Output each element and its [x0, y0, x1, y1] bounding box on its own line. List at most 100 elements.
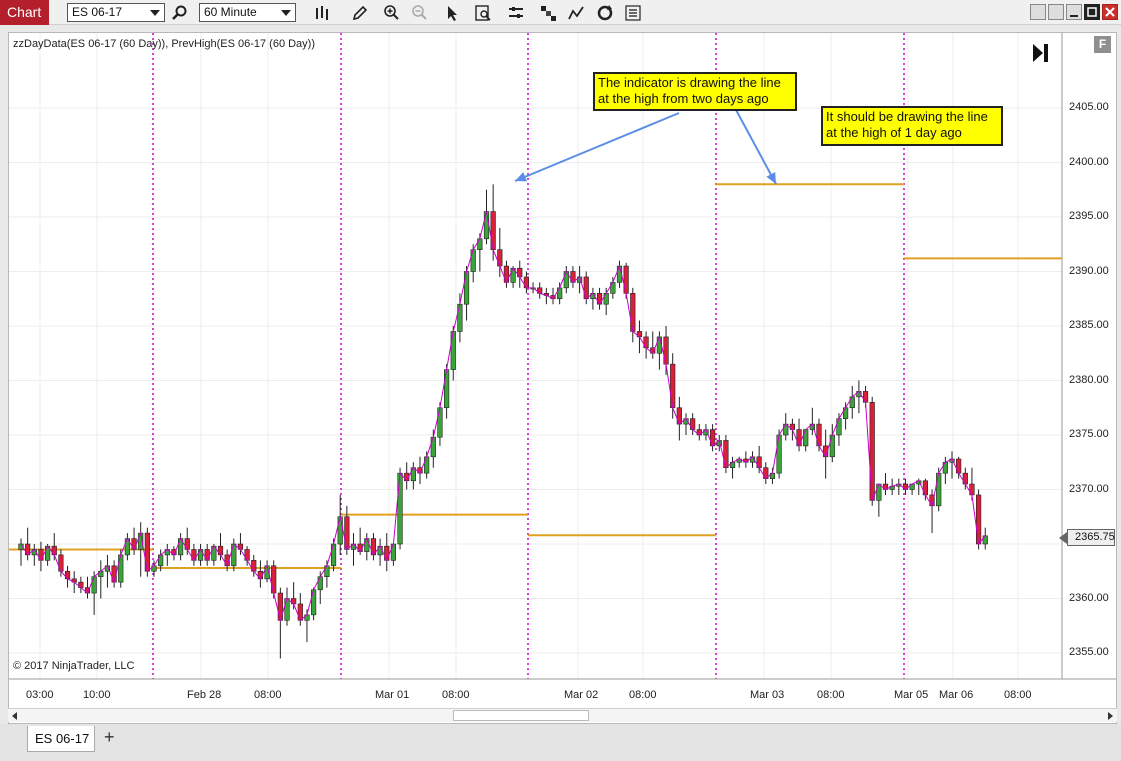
toggle-list-icon[interactable] — [623, 3, 643, 23]
candle-body — [483, 211, 490, 240]
candle-body — [596, 292, 603, 305]
candle-body — [603, 292, 609, 305]
tab-bar: ES 06-17 + — [0, 724, 1121, 761]
window-button[interactable] — [1048, 4, 1064, 20]
candle-body — [337, 516, 343, 545]
search-icon[interactable] — [170, 3, 190, 23]
chevron-down-icon — [150, 10, 160, 16]
pencil-icon[interactable] — [350, 3, 370, 23]
time-tick-label: Mar 05 — [894, 689, 929, 701]
time-tick-label: Mar 02 — [564, 689, 599, 701]
refresh-icon[interactable] — [595, 3, 615, 23]
candle-body — [390, 543, 397, 561]
candle-body — [284, 598, 290, 621]
time-tick-label: Mar 03 — [750, 689, 785, 701]
horizontal-scrollbar[interactable] — [8, 708, 1117, 722]
annotation-note[interactable]: It should be drawing the line at the hig… — [821, 106, 1003, 146]
time-tick-label: 03:00 — [26, 689, 54, 701]
close-button[interactable] — [1102, 4, 1118, 20]
scrollbar-thumb[interactable] — [453, 710, 589, 721]
candle-body — [816, 423, 822, 447]
candle-body — [271, 565, 277, 594]
price-tick-label: 2355.00 — [1069, 646, 1109, 658]
candle-body — [490, 211, 496, 251]
candle-body — [118, 554, 124, 583]
candle-body — [663, 336, 669, 365]
strategies-icon[interactable] — [538, 3, 558, 23]
candle-body — [437, 407, 443, 438]
candle-body — [956, 458, 962, 474]
maximize-icon — [1087, 7, 1097, 17]
properties-icon[interactable] — [506, 3, 526, 23]
candle-body — [470, 249, 476, 272]
candle-body — [317, 576, 323, 591]
price-tick-label: 2375.00 — [1069, 428, 1109, 440]
candle-body — [969, 483, 975, 496]
f-button[interactable]: F — [1094, 36, 1111, 53]
annotation-arrows — [514, 107, 777, 185]
maximize-button[interactable] — [1084, 4, 1100, 20]
candle-body — [38, 549, 44, 561]
last-price-marker: 2365.75 — [1059, 529, 1115, 546]
interval-selector[interactable]: 60 Minute — [199, 3, 296, 22]
candle-body — [330, 543, 337, 567]
candle-body — [936, 472, 942, 507]
candle-body — [776, 434, 782, 474]
candle-body — [962, 472, 968, 485]
candle-body — [297, 603, 303, 621]
candle-body — [457, 303, 463, 332]
scroll-to-end-icon[interactable] — [1031, 42, 1049, 64]
price-tick-label: 2400.00 — [1069, 155, 1109, 168]
candle-body — [922, 480, 928, 496]
candle-body — [397, 472, 403, 545]
candle-body — [131, 538, 137, 550]
window-button[interactable] — [1030, 4, 1046, 20]
chevron-down-icon — [281, 10, 291, 16]
time-tick-label: 08:00 — [817, 689, 845, 701]
price-tick-label: 2380.00 — [1069, 373, 1109, 386]
zoom-in-icon[interactable] — [381, 3, 401, 23]
copyright-text: © 2017 NinjaTrader, LLC — [13, 660, 135, 672]
candle-body — [477, 238, 483, 251]
candle-body — [430, 436, 436, 458]
minimize-button[interactable] — [1066, 4, 1082, 20]
candle-body — [158, 554, 164, 567]
candle-body — [630, 292, 636, 332]
indicators-icon[interactable] — [566, 3, 586, 23]
candle-body — [942, 461, 948, 474]
candle-body — [144, 532, 150, 572]
candle-body — [829, 434, 835, 458]
candle-body — [231, 543, 237, 567]
indicator-label: zzDayData(ES 06-17 (60 Day)), PrevHigh(E… — [13, 38, 316, 50]
candle-body — [244, 549, 250, 561]
pointer-icon[interactable] — [442, 3, 462, 23]
zoom-out-icon[interactable] — [409, 3, 429, 23]
annotation-note[interactable]: The indicator is drawing the line at the… — [593, 72, 797, 111]
instrument-selector[interactable]: ES 06-17 — [67, 3, 165, 22]
candle-body — [191, 549, 197, 561]
candle-body — [310, 589, 317, 616]
scroll-right-icon[interactable] — [1108, 712, 1113, 720]
bar-type-icon[interactable] — [313, 3, 333, 23]
price-tick-label: 2360.00 — [1069, 591, 1109, 604]
time-tick-label: 08:00 — [442, 689, 470, 701]
tab-instrument[interactable]: ES 06-17 — [27, 726, 95, 752]
time-tick-label: 08:00 — [1004, 689, 1032, 701]
candle-body — [869, 401, 875, 501]
candle-body — [497, 249, 503, 267]
chart-panel[interactable]: zzDayData(ES 06-17 (60 Day)), PrevHigh(E… — [8, 32, 1117, 724]
data-box-icon[interactable] — [473, 3, 493, 23]
candle-body — [450, 331, 456, 370]
candlesticks — [18, 184, 988, 659]
time-tick-label: Feb 28 — [187, 689, 222, 701]
add-tab-button[interactable]: + — [104, 727, 115, 747]
candle-body — [557, 287, 563, 300]
close-icon — [1105, 7, 1115, 17]
scroll-left-icon[interactable] — [12, 712, 17, 720]
candle-body — [197, 549, 204, 561]
candle-body — [463, 271, 470, 305]
time-tick-label: Mar 06 — [939, 689, 974, 701]
session-breaks — [152, 33, 905, 679]
minimize-icon — [1070, 15, 1078, 17]
interval-value: 60 Minute — [204, 5, 257, 19]
